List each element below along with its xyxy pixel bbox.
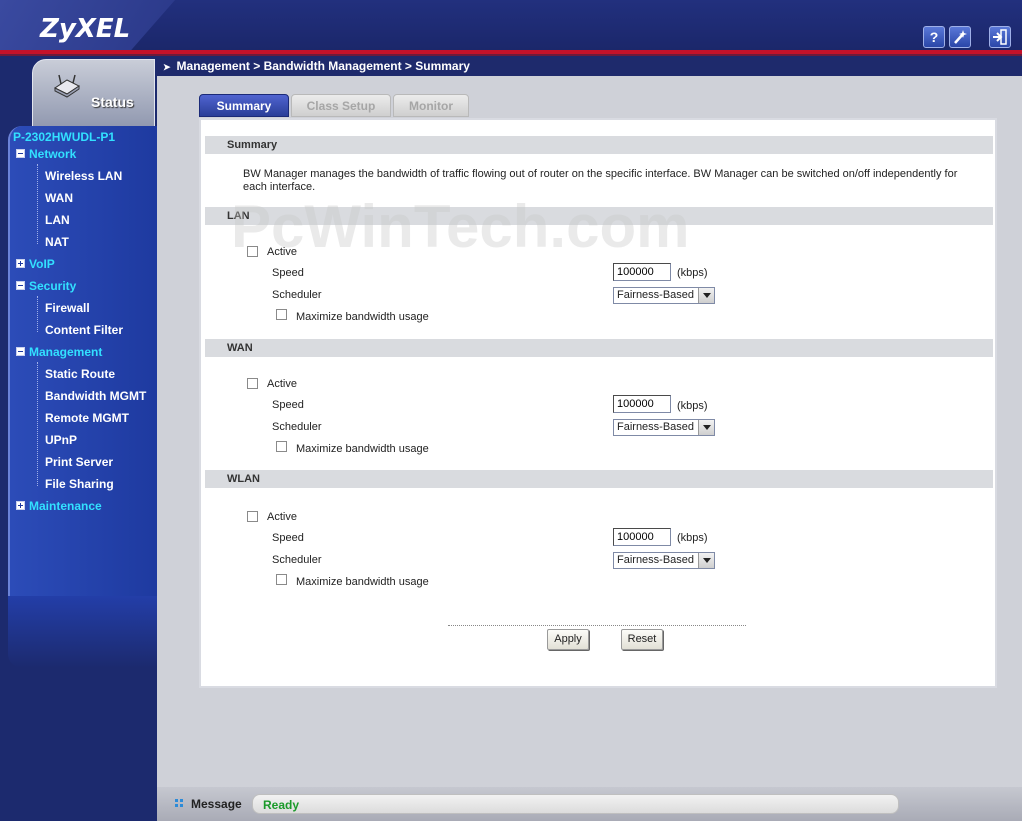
wan-speed-input[interactable] bbox=[613, 395, 671, 413]
wan-maximize-checkbox[interactable] bbox=[276, 441, 287, 452]
menu-nat[interactable]: NAT bbox=[45, 235, 69, 249]
menu-file-sharing[interactable]: File Sharing bbox=[45, 477, 114, 491]
summary-heading: Summary bbox=[205, 136, 993, 154]
menu-upnp[interactable]: UPnP bbox=[45, 433, 77, 447]
chevron-down-icon bbox=[698, 288, 714, 303]
chevron-right-icon: ➤ bbox=[163, 62, 171, 72]
menu-voip[interactable]: VoIP bbox=[16, 257, 55, 271]
lan-maximize-checkbox[interactable] bbox=[276, 309, 287, 320]
menu-lan[interactable]: LAN bbox=[45, 213, 70, 227]
status-tab[interactable]: Status bbox=[32, 59, 155, 131]
lan-speed-input[interactable] bbox=[613, 263, 671, 281]
tab-monitor[interactable]: Monitor bbox=[393, 94, 469, 117]
wlan-speed-unit: (kbps) bbox=[677, 532, 708, 544]
message-value: Ready bbox=[263, 798, 300, 812]
wlan-speed-input[interactable] bbox=[613, 528, 671, 546]
menu-network[interactable]: Network bbox=[16, 147, 76, 161]
wlan-scheduler-select[interactable]: Fairness-Based bbox=[613, 552, 715, 569]
lan-active-checkbox[interactable] bbox=[247, 246, 258, 257]
expand-icon bbox=[16, 259, 25, 268]
content-panel: Summary BW Manager manages the bandwidth… bbox=[199, 118, 997, 688]
wan-active-label: Active bbox=[267, 378, 297, 390]
menu-security[interactable]: Security bbox=[16, 279, 76, 293]
logout-icon[interactable] bbox=[989, 26, 1011, 48]
sidebar: Status P-2302HWUDL-P1 Network Wireless L… bbox=[0, 56, 157, 821]
menu-static-route[interactable]: Static Route bbox=[45, 367, 115, 381]
message-label: Message bbox=[191, 797, 242, 811]
wan-scheduler-select[interactable]: Fairness-Based bbox=[613, 419, 715, 436]
header: ZyXEL ? bbox=[0, 0, 1022, 56]
breadcrumb: ➤ Management > Bandwidth Management > Sum… bbox=[157, 56, 1022, 76]
wand-icon[interactable] bbox=[949, 26, 971, 48]
menu-maintenance[interactable]: Maintenance bbox=[16, 499, 102, 513]
wlan-speed-label: Speed bbox=[272, 532, 304, 544]
apply-button[interactable]: Apply bbox=[547, 629, 589, 650]
wlan-heading: WLAN bbox=[205, 470, 993, 488]
message-box: Ready bbox=[252, 794, 899, 814]
chevron-down-icon bbox=[698, 553, 714, 568]
zyxel-logo: ZyXEL bbox=[40, 14, 131, 44]
menu-print-server[interactable]: Print Server bbox=[45, 455, 113, 469]
wan-speed-unit: (kbps) bbox=[677, 400, 708, 412]
chevron-down-icon bbox=[698, 420, 714, 435]
menu-remote-mgmt[interactable]: Remote MGMT bbox=[45, 411, 129, 425]
help-icon[interactable]: ? bbox=[923, 26, 945, 48]
wlan-scheduler-label: Scheduler bbox=[272, 554, 322, 566]
collapse-icon bbox=[16, 149, 25, 158]
tab-summary[interactable]: Summary bbox=[199, 94, 289, 117]
summary-description: BW Manager manages the bandwidth of traf… bbox=[243, 168, 958, 193]
tab-class-setup[interactable]: Class Setup bbox=[291, 94, 391, 117]
button-divider bbox=[448, 625, 746, 626]
expand-icon bbox=[16, 501, 25, 510]
wlan-maximize-checkbox[interactable] bbox=[276, 574, 287, 585]
menu-management[interactable]: Management bbox=[16, 345, 102, 359]
wan-active-checkbox[interactable] bbox=[247, 378, 258, 389]
collapse-icon bbox=[16, 281, 25, 290]
wan-speed-label: Speed bbox=[272, 399, 304, 411]
wlan-maximize-label: Maximize bandwidth usage bbox=[296, 576, 429, 588]
message-bar: Message Ready bbox=[157, 787, 1022, 821]
wlan-active-label: Active bbox=[267, 511, 297, 523]
router-icon bbox=[54, 74, 80, 98]
collapse-icon bbox=[16, 347, 25, 356]
device-name: P-2302HWUDL-P1 bbox=[13, 130, 116, 144]
wlan-active-checkbox[interactable] bbox=[247, 511, 258, 522]
wan-scheduler-label: Scheduler bbox=[272, 421, 322, 433]
menu-panel bbox=[8, 126, 157, 668]
lan-speed-label: Speed bbox=[272, 267, 304, 279]
menu-wireless-lan[interactable]: Wireless LAN bbox=[45, 169, 122, 183]
lan-scheduler-label: Scheduler bbox=[272, 289, 322, 301]
lan-maximize-label: Maximize bandwidth usage bbox=[296, 311, 429, 323]
menu-wan[interactable]: WAN bbox=[45, 191, 73, 205]
status-label: Status bbox=[91, 94, 134, 110]
menu-content-filter[interactable]: Content Filter bbox=[45, 323, 123, 337]
wan-heading: WAN bbox=[205, 339, 993, 357]
lan-speed-unit: (kbps) bbox=[677, 267, 708, 279]
main-area: Summary Class Setup Monitor Summary BW M… bbox=[157, 76, 1022, 787]
wan-maximize-label: Maximize bandwidth usage bbox=[296, 443, 429, 455]
reset-button[interactable]: Reset bbox=[621, 629, 663, 650]
menu-firewall[interactable]: Firewall bbox=[45, 301, 90, 315]
grid-dots-icon bbox=[175, 799, 184, 808]
lan-scheduler-select[interactable]: Fairness-Based bbox=[613, 287, 715, 304]
lan-active-label: Active bbox=[267, 246, 297, 258]
lan-heading: LAN bbox=[205, 207, 993, 225]
menu-bandwidth-mgmt[interactable]: Bandwidth MGMT bbox=[45, 389, 146, 403]
